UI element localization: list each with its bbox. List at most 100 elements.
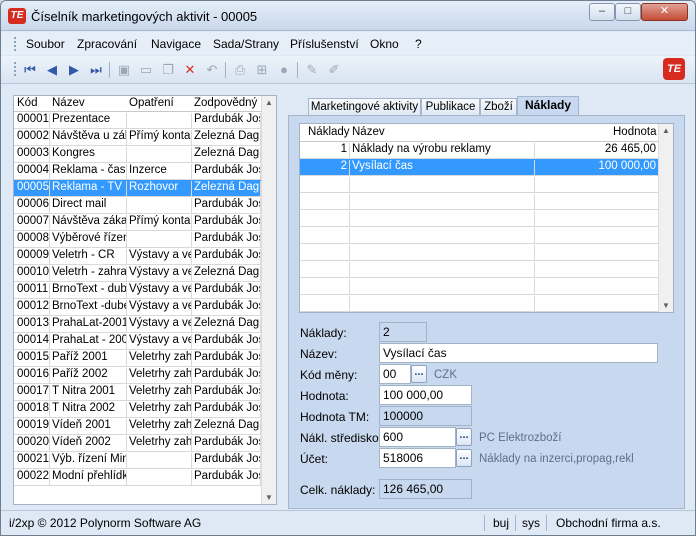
maximize-button[interactable]: □ bbox=[615, 3, 641, 21]
scroll-down-icon[interactable]: ▼ bbox=[662, 301, 670, 310]
menu-sada-strany[interactable]: Sada/Strany bbox=[213, 37, 279, 51]
celk-naklady-field[interactable]: 126 465,00 bbox=[379, 479, 472, 499]
table-row[interactable] bbox=[300, 278, 659, 295]
column-header-opatreni[interactable]: Opatření bbox=[129, 97, 192, 109]
delete-icon[interactable]: ✕ bbox=[181, 61, 199, 79]
stop-icon[interactable]: ● bbox=[275, 61, 293, 79]
ucet-input[interactable]: 518006 bbox=[379, 448, 456, 468]
tab-naklady[interactable]: Náklady bbox=[517, 96, 579, 117]
scroll-down-icon[interactable]: ▼ bbox=[265, 493, 273, 502]
previous-record-icon[interactable]: ◀ bbox=[43, 61, 61, 79]
list-item[interactable]: 00010 Veletrh - zahran Výstavy a ve Železná… bbox=[14, 265, 262, 282]
list-item[interactable]: 00018 T Nitra 2002 Veletrhy zahr Pardubák J… bbox=[14, 401, 262, 418]
list-item[interactable]: 00015 Paříž 2001 Veletrhy zahr Pardubák Jos bbox=[14, 350, 262, 367]
title-bar[interactable]: TE Číselník marketingových aktivit - 000… bbox=[1, 1, 695, 31]
cell-zodpovedny: Železná Dagn bbox=[194, 147, 261, 162]
list-item[interactable]: 00001 Prezentace Pardubák Jos bbox=[14, 112, 262, 129]
column-header-naklady[interactable]: Náklady bbox=[308, 126, 350, 138]
kod-meny-lookup-button[interactable]: ... bbox=[411, 365, 427, 383]
column-header-nazev[interactable]: Název bbox=[352, 126, 385, 138]
list-item[interactable]: 00014 PrahaLat - 2002 Výstavy a ve Pardubák… bbox=[14, 333, 262, 350]
list-item[interactable]: 00020 Vídeň 2002 Veletrhy zahr Pardubák Jos bbox=[14, 435, 262, 452]
next-record-icon[interactable]: ▶ bbox=[65, 61, 83, 79]
hodnota-tm-field[interactable]: 100000 bbox=[379, 406, 472, 426]
list-item[interactable]: 00019 Vídeň 2001 Veletrhy zahr Železná Dagn bbox=[14, 418, 262, 435]
menu-navigace[interactable]: Navigace bbox=[151, 37, 201, 51]
column-header-kod[interactable]: Kód bbox=[17, 97, 51, 109]
toolbar-grip[interactable] bbox=[14, 62, 16, 78]
tab-marketingove-aktivity[interactable]: Marketingové aktivity bbox=[308, 98, 421, 116]
first-record-icon[interactable]: ⏮ bbox=[21, 61, 39, 79]
edit-icon[interactable]: ✎ bbox=[303, 61, 321, 79]
list-item[interactable]: 00022 Modní přehlídk. Pardubák Jos bbox=[14, 469, 262, 486]
table-row[interactable] bbox=[300, 193, 659, 210]
menu-okno[interactable]: Okno bbox=[370, 37, 399, 51]
copy-icon[interactable]: ❐ bbox=[159, 61, 177, 79]
undo-icon[interactable]: ↶ bbox=[203, 61, 221, 79]
list-item[interactable]: 00008 Výběrové řízeni Pardubák Jos bbox=[14, 231, 262, 248]
cell-opatreni: Výstavy a ve bbox=[129, 249, 192, 264]
strediska-lookup-button[interactable]: ... bbox=[456, 428, 472, 446]
list-item[interactable]: 00007 Návštěva záka: Přímý kontak Pardubák … bbox=[14, 214, 262, 231]
cell-opatreni: Výstavy a ve bbox=[129, 266, 192, 281]
kod-meny-input[interactable]: 00 bbox=[379, 364, 411, 384]
column-header-nazev[interactable]: Název bbox=[52, 97, 127, 109]
table-row[interactable]: 1 Náklady na výrobu reklamy 26 465,00 bbox=[300, 142, 659, 159]
cell-kod: 00015 bbox=[17, 351, 50, 366]
menu-soubor[interactable]: Soubor bbox=[26, 37, 65, 51]
cell-nazev: Návštěva u zák bbox=[52, 130, 127, 145]
edit-disabled-icon[interactable]: ✐ bbox=[325, 61, 343, 79]
tab-publikace[interactable]: Publikace bbox=[421, 98, 480, 116]
table-row[interactable]: 2 Vysílací čas 100 000,00 bbox=[300, 159, 659, 176]
list-item[interactable]: 00005 Reklama - TV Rozhovor Železná Dagn bbox=[14, 180, 262, 197]
menu-zpracovani[interactable]: Zpracování bbox=[77, 37, 137, 51]
list-item[interactable]: 00021 Výb. řízení Min. Pardubák Jos bbox=[14, 452, 262, 469]
nazev-input[interactable]: Vysílací čas bbox=[379, 343, 658, 363]
cell-zodpovedny: Pardubák Jos bbox=[194, 198, 261, 213]
scroll-up-icon[interactable]: ▲ bbox=[662, 126, 670, 135]
list-item[interactable]: 00004 Reklama - časo Inzerce Pardubák Jos bbox=[14, 163, 262, 180]
cell-zodpovedny: Pardubák Jos bbox=[194, 385, 261, 400]
list-item[interactable]: 00009 Veletrh - ČR Výstavy a ve Pardubák Jo… bbox=[14, 248, 262, 265]
list-item[interactable]: 00011 BrnoText - dube Výstavy a ve Pardubák… bbox=[14, 282, 262, 299]
list-item[interactable]: 00013 PrahaLat-2001 Výstavy a ve Železná Da… bbox=[14, 316, 262, 333]
menu-help[interactable]: ? bbox=[415, 37, 422, 51]
table-row[interactable] bbox=[300, 295, 659, 312]
table-row[interactable] bbox=[300, 261, 659, 278]
close-button[interactable]: ✕ bbox=[641, 3, 688, 21]
print-icon[interactable]: ⎙ bbox=[231, 61, 249, 79]
costs-scrollbar[interactable]: ▲ ▼ bbox=[658, 124, 673, 312]
list-item[interactable]: 00016 Paříž 2002 Veletrhy zahr Pardubák Jos bbox=[14, 367, 262, 384]
menu-prislusenstvi[interactable]: Příslušenství bbox=[290, 37, 359, 51]
list-item[interactable]: 00017 T Nitra 2001 Veletrhy zahr Pardubák J… bbox=[14, 384, 262, 401]
last-record-icon[interactable]: ⏭ bbox=[87, 61, 105, 79]
menu-grip[interactable] bbox=[14, 37, 16, 51]
table-row[interactable] bbox=[300, 244, 659, 261]
tree-icon[interactable]: ⊞ bbox=[253, 61, 271, 79]
table-row[interactable] bbox=[300, 210, 659, 227]
costs-grid[interactable]: Náklady Název Hodnota 1 Náklady na výrobu… bbox=[299, 123, 674, 313]
tab-zbozi[interactable]: Zboží bbox=[480, 98, 517, 116]
list-item[interactable]: 00012 BrnoText -dube Výstavy a ve Pardubák … bbox=[14, 299, 262, 316]
hodnota-input[interactable]: 100 000,00 bbox=[379, 385, 472, 405]
column-header-hodnota[interactable]: Hodnota bbox=[613, 126, 656, 138]
activities-list[interactable]: Kód Název Opatření Zodpovědný 00001 Preze… bbox=[13, 95, 277, 505]
column-header-zodpovedny[interactable]: Zodpovědný bbox=[194, 97, 262, 109]
save-icon[interactable]: ▣ bbox=[115, 61, 133, 79]
minimize-button[interactable]: – bbox=[589, 3, 615, 21]
naklady-field[interactable]: 2 bbox=[379, 322, 427, 342]
table-row[interactable] bbox=[300, 227, 659, 244]
list-item[interactable]: 00006 Direct mail Pardubák Jos bbox=[14, 197, 262, 214]
list-item[interactable]: 00002 Návštěva u zák Přímý kontak Železná D… bbox=[14, 129, 262, 146]
table-row[interactable] bbox=[300, 176, 659, 193]
cell-nazev bbox=[350, 194, 535, 209]
ucet-lookup-button[interactable]: ... bbox=[456, 449, 472, 467]
cell-hodnota bbox=[535, 228, 659, 243]
new-icon[interactable]: ▭ bbox=[137, 61, 155, 79]
list-item[interactable]: 00003 Kongres Železná Dagn bbox=[14, 146, 262, 163]
status-separator bbox=[515, 515, 516, 531]
cell-opatreni: Veletrhy zahr bbox=[129, 419, 192, 434]
scroll-up-icon[interactable]: ▲ bbox=[265, 98, 273, 107]
strediska-input[interactable]: 600 bbox=[379, 427, 456, 447]
list-scrollbar[interactable]: ▲ ▼ bbox=[261, 96, 276, 504]
